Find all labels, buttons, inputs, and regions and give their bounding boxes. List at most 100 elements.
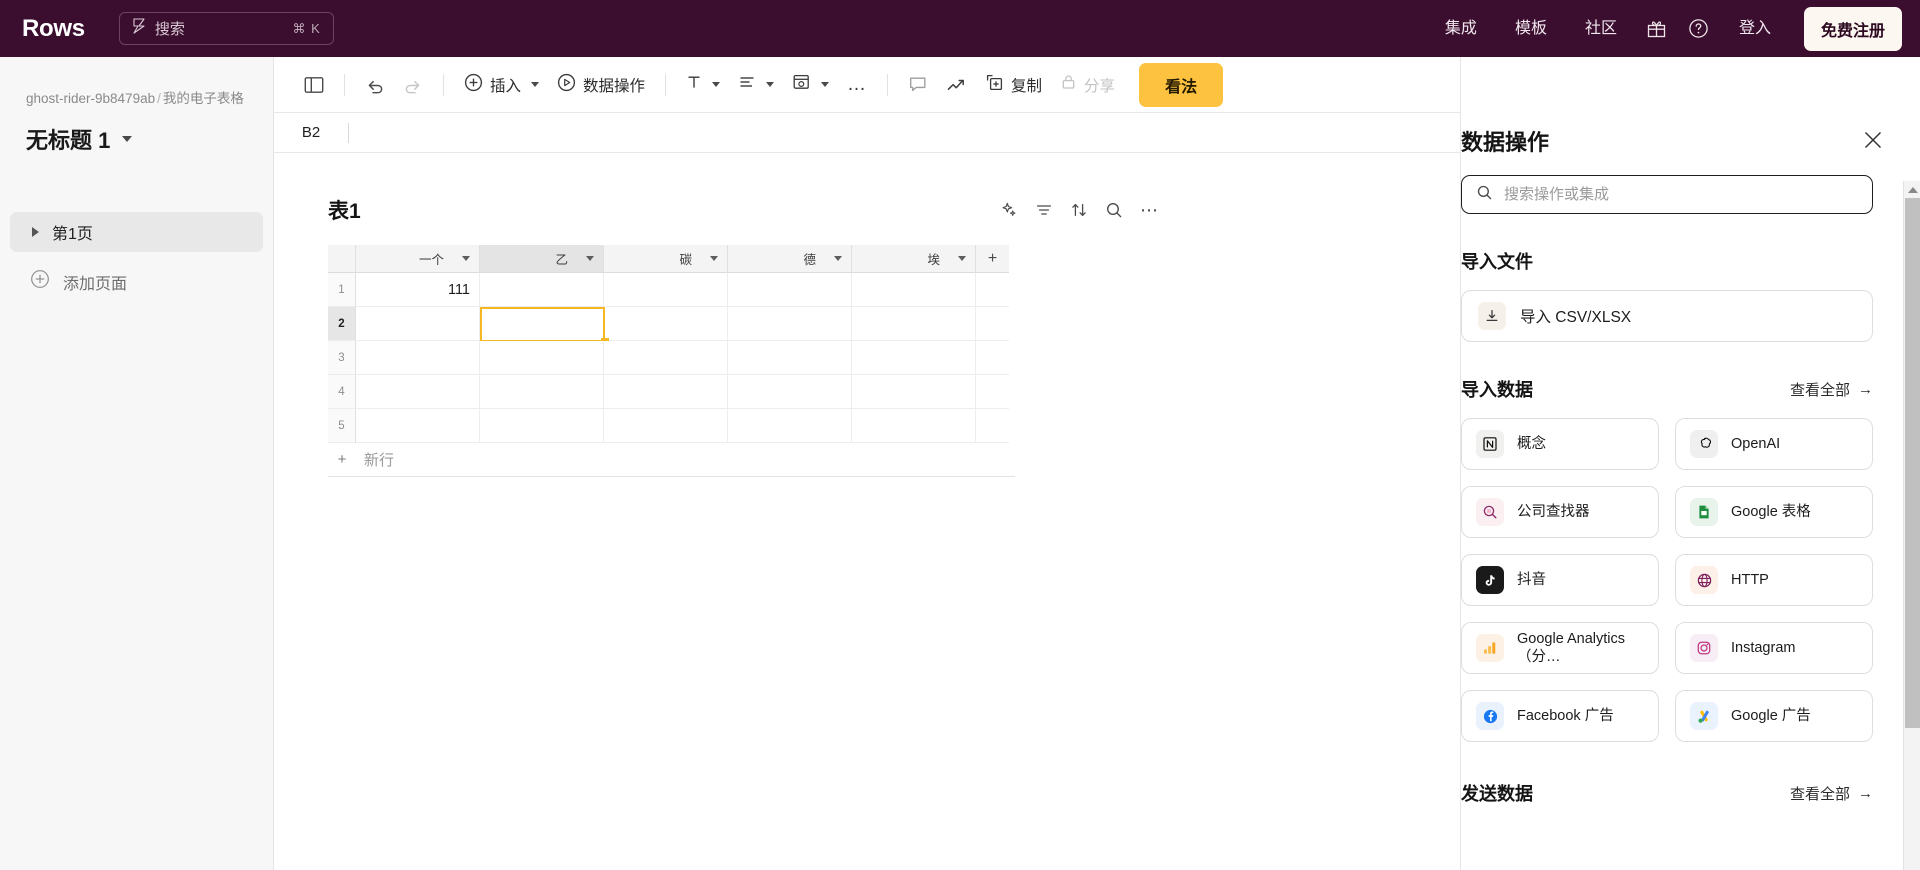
align-button[interactable] — [730, 67, 782, 103]
search-icon[interactable] — [1105, 201, 1123, 219]
rows-logo[interactable]: Rows — [22, 15, 85, 43]
cell-e2[interactable] — [852, 307, 976, 341]
help-icon[interactable] — [1678, 8, 1720, 50]
column-header-d[interactable]: 德 — [728, 245, 852, 273]
cell-c1[interactable] — [604, 273, 728, 307]
gift-icon[interactable] — [1636, 8, 1678, 50]
table-more-icon[interactable]: ⋯ — [1140, 205, 1158, 215]
row-number[interactable]: 4 — [328, 375, 356, 409]
nav-templates[interactable]: 模板 — [1496, 0, 1566, 57]
insert-button[interactable]: 插入 — [456, 67, 547, 103]
cell-d1[interactable] — [728, 273, 852, 307]
global-search-box[interactable]: 搜索 ⌘ K — [119, 12, 334, 45]
login-link[interactable]: 登入 — [1720, 0, 1790, 57]
nav-community[interactable]: 社区 — [1566, 0, 1636, 57]
breadcrumb-workspace[interactable]: ghost-rider-9b8479ab — [26, 91, 155, 106]
cell-b5[interactable] — [480, 409, 604, 443]
cell-c5[interactable] — [604, 409, 728, 443]
chart-icon[interactable] — [938, 67, 975, 103]
add-row-button[interactable]: + 新行 — [328, 443, 1015, 477]
cell-d5[interactable] — [728, 409, 852, 443]
sort-icon[interactable] — [1070, 201, 1088, 219]
chevron-down-icon[interactable] — [834, 256, 842, 261]
chevron-down-icon[interactable] — [712, 82, 720, 87]
chevron-down-icon[interactable] — [531, 82, 539, 87]
close-icon[interactable] — [1862, 129, 1884, 156]
comment-icon[interactable] — [900, 67, 936, 103]
cell-c2[interactable] — [604, 307, 728, 341]
chevron-down-icon[interactable] — [710, 256, 718, 261]
column-header-e[interactable]: 埃 — [852, 245, 976, 273]
cell-d4[interactable] — [728, 375, 852, 409]
integration-google-sheets[interactable]: Google 表格 — [1675, 486, 1873, 538]
add-column-button[interactable]: + — [976, 245, 1009, 273]
cell-e5[interactable] — [852, 409, 976, 443]
cell-c3[interactable] — [604, 341, 728, 375]
cell-a3[interactable] — [356, 341, 480, 375]
cell-a2[interactable] — [356, 307, 480, 341]
breadcrumb-folder[interactable]: 我的电子表格 — [163, 91, 244, 106]
cell-d2[interactable] — [728, 307, 852, 341]
cell-e4[interactable] — [852, 375, 976, 409]
add-page-button[interactable]: 添加页面 — [10, 262, 263, 302]
cell-b1[interactable] — [480, 273, 604, 307]
ai-sparkle-icon[interactable] — [999, 201, 1018, 220]
integration-instagram[interactable]: Instagram — [1675, 622, 1873, 674]
cell-a4[interactable] — [356, 375, 480, 409]
integration-openai[interactable]: OpenAI — [1675, 418, 1873, 470]
view-button[interactable]: 看法 — [1139, 63, 1223, 107]
column-header-b[interactable]: 乙 — [480, 245, 604, 273]
column-header-a[interactable]: 一个 — [356, 245, 480, 273]
integration-tiktok[interactable]: 抖音 — [1461, 554, 1659, 606]
search-input[interactable] — [1504, 186, 1858, 203]
integration-notion[interactable]: 概念 — [1461, 418, 1659, 470]
data-actions-button[interactable]: 数据操作 — [549, 67, 653, 103]
cell-e1[interactable] — [852, 273, 976, 307]
duplicate-button[interactable]: 复制 — [977, 67, 1050, 103]
integration-company-lookup[interactable]: 公司查找器 — [1461, 486, 1659, 538]
integration-google-analytics[interactable]: Google Analytics（分… — [1461, 622, 1659, 674]
chevron-down-icon[interactable] — [766, 82, 774, 87]
panel-search-box[interactable] — [1461, 175, 1873, 214]
cell-e3[interactable] — [852, 341, 976, 375]
row-number[interactable]: 3 — [328, 341, 356, 375]
sidebar-item-page-1[interactable]: 第1页 — [10, 212, 263, 252]
nav-integrations[interactable]: 集成 — [1426, 0, 1496, 57]
row-number[interactable]: 1 — [328, 273, 356, 307]
integration-facebook-ads[interactable]: Facebook 广告 — [1461, 690, 1659, 742]
cell-b2[interactable] — [480, 307, 604, 341]
import-csv-xlsx-button[interactable]: 导入 CSV/XLSX — [1461, 290, 1873, 342]
panel-scrollbar[interactable] — [1903, 181, 1920, 870]
cell-b3[interactable] — [480, 341, 604, 375]
cell-d3[interactable] — [728, 341, 852, 375]
table-title[interactable]: 表1 — [328, 195, 361, 225]
chevron-down-icon[interactable] — [958, 256, 966, 261]
fill-format-button[interactable] — [784, 67, 837, 103]
scroll-up-arrow[interactable] — [1904, 181, 1920, 198]
undo-icon[interactable] — [357, 67, 393, 103]
cell-a1[interactable]: 111 — [356, 273, 480, 307]
row-number[interactable]: 5 — [328, 409, 356, 443]
chevron-down-icon[interactable] — [821, 82, 829, 87]
cell-b4[interactable] — [480, 375, 604, 409]
filter-icon[interactable] — [1035, 201, 1053, 219]
cell-c4[interactable] — [604, 375, 728, 409]
row-number[interactable]: 2 — [328, 307, 356, 341]
panel-toggle-icon[interactable] — [296, 67, 332, 103]
cell-a5[interactable] — [356, 409, 480, 443]
chevron-down-icon[interactable] — [586, 256, 594, 261]
chevron-right-icon[interactable] — [32, 227, 39, 237]
chevron-down-icon[interactable] — [122, 136, 132, 142]
send-data-view-all[interactable]: 查看全部 → — [1790, 783, 1873, 804]
import-data-view-all[interactable]: 查看全部 → — [1790, 379, 1873, 400]
scrollbar-thumb[interactable] — [1905, 198, 1920, 728]
share-button[interactable]: 分享 — [1052, 67, 1123, 103]
more-options-button[interactable]: … — [839, 67, 875, 103]
cell-reference[interactable]: B2 — [274, 124, 348, 141]
column-header-c[interactable]: 碳 — [604, 245, 728, 273]
integration-http[interactable]: HTTP — [1675, 554, 1873, 606]
chevron-down-icon[interactable] — [462, 256, 470, 261]
integration-google-ads[interactable]: Google 广告 — [1675, 690, 1873, 742]
redo-icon[interactable] — [395, 67, 431, 103]
text-format-button[interactable] — [678, 67, 728, 103]
